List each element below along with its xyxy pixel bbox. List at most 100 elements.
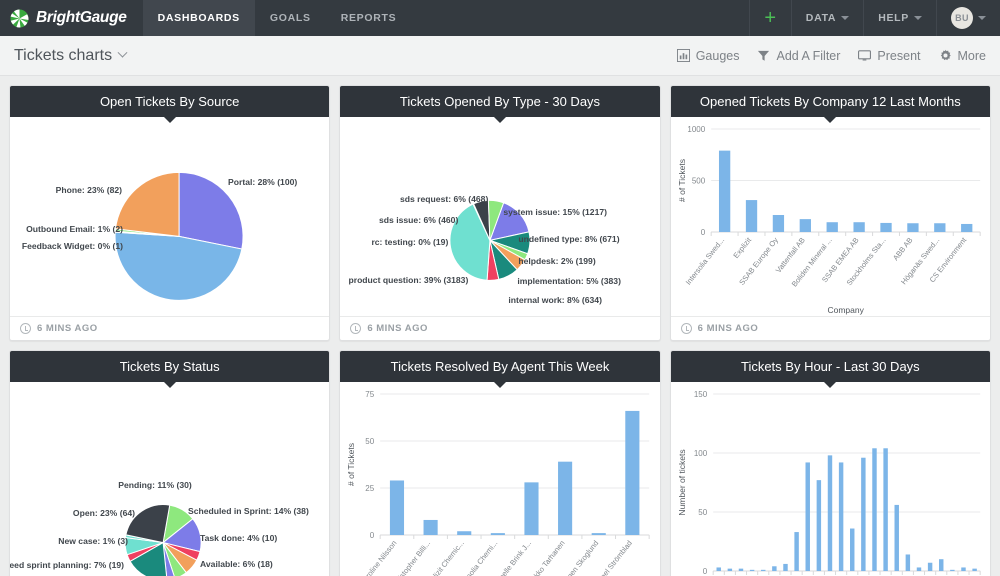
nav-tab-goals[interactable]: GOALS: [255, 0, 326, 36]
bar-chart-icon: [676, 49, 690, 62]
card-title: Tickets Resolved By Agent This Week: [340, 351, 660, 388]
last-updated: 6 MINS AGO: [367, 323, 428, 334]
card-tickets-resolved-by-agent: Tickets Resolved By Agent This Week 0 25 5…: [339, 350, 661, 576]
pie-slice-label: Outbound Email: 1% (2): [26, 224, 123, 234]
add-button[interactable]: +: [749, 0, 790, 36]
brand-name: BrightGauge: [36, 9, 127, 26]
more-label: More: [957, 48, 986, 63]
card-footer: 6 MINS AGO: [670, 316, 990, 340]
card-title: Tickets By Status: [10, 351, 330, 388]
help-menu-label: HELP: [878, 12, 909, 24]
clock-icon: [680, 323, 692, 334]
plus-icon: +: [764, 7, 777, 29]
svg-text:500: 500: [691, 177, 705, 186]
pie-slice-label: helpdesk: 2% (199): [518, 256, 596, 266]
nav-tab-dashboards[interactable]: DASHBOARDS: [142, 0, 255, 36]
svg-text:50: 50: [698, 508, 707, 517]
last-updated: 6 MINS AGO: [697, 323, 759, 334]
pie-slice-label: system issue: 15% (1217): [503, 207, 607, 217]
dashboard-title: Tickets charts: [14, 46, 113, 64]
svg-text:0: 0: [702, 567, 707, 576]
avatar: BU: [951, 7, 973, 29]
card-tickets-opened-by-type: Tickets Opened By Type - 30 Days system …: [339, 85, 661, 341]
pie-slice-label: implementation: 5% (383): [517, 276, 621, 286]
card-tickets-by-hour: Tickets By Hour - Last 30 Days 0 50 100 150…: [669, 350, 991, 576]
pie-chart-tickets-opened-by-type: system issue: 15% (1217) undefined type: …: [340, 117, 659, 316]
pie-slice-label: undefined type: 8% (671): [518, 234, 620, 244]
svg-text:0: 0: [370, 531, 375, 540]
pie-slice-label: sds request: 6% (468): [399, 194, 489, 204]
clock-icon: [20, 323, 31, 334]
nav-tab-reports[interactable]: REPORTS: [326, 0, 412, 36]
add-filter-button[interactable]: Add A Filter: [757, 49, 840, 63]
gauges-label: Gauges: [695, 48, 740, 63]
present-label: Present: [877, 48, 921, 63]
svg-text:50: 50: [366, 437, 375, 446]
gear-icon: [939, 49, 952, 62]
pie-chart-tickets-by-status: Pending: 11% (30) Scheduled in Sprint: 14…: [10, 382, 329, 576]
clock-icon: [350, 323, 362, 334]
bar-chart-tickets-by-hour: 0501001500257911131517192123Number of ti…: [671, 382, 990, 576]
card-title: Open Tickets By Source: [10, 86, 330, 123]
card-open-tickets-by-source: Open Tickets By Source Portal: 28% (100)…: [9, 85, 331, 341]
svg-text:75: 75: [366, 390, 375, 399]
chevron-down-icon: [914, 16, 922, 20]
help-menu[interactable]: HELP: [863, 0, 936, 36]
svg-text:1000: 1000: [687, 125, 705, 134]
card-body: Portal: 28% (100)Email: 48% (170)Feedbac…: [10, 117, 329, 316]
card-footer: 6 MINS AGO: [340, 316, 660, 340]
dashboard-grid: Open Tickets By Source Portal: 28% (100)…: [0, 76, 1000, 576]
card-body: 0501001500257911131517192123Number of ti…: [671, 382, 990, 576]
pie-slice-label: product question: 39% (3183): [348, 275, 469, 285]
svg-text:Caroline Nilsson: Caroline Nilsson: [358, 539, 399, 576]
svg-text:Number of tickets: Number of tickets: [677, 449, 687, 515]
pie-slice-label: issue: 4% (357): [457, 314, 519, 316]
gauges-button[interactable]: Gauges: [676, 48, 740, 63]
more-button[interactable]: More: [939, 49, 986, 63]
card-body: 0 25 50 75 Caroline Nilsson Christopher Billi…: [340, 382, 659, 576]
svg-text:0: 0: [700, 228, 705, 237]
pie-slice-label: Phone: 23% (82): [55, 185, 122, 195]
svg-text:ABB AB: ABB AB: [891, 236, 915, 263]
card-title: Opened Tickets By Company 12 Last Months: [670, 86, 990, 123]
bar-chart-tickets-resolved-by-agent: 0 25 50 75 Caroline Nilsson Christopher Billi…: [340, 382, 659, 576]
user-menu[interactable]: BU: [936, 0, 1000, 36]
pie-slice-label: Scheduled in Sprint: 14% (38): [188, 506, 309, 516]
card-footer: 6 MINS AGO: [10, 316, 330, 340]
svg-text:Explizit: Explizit: [731, 235, 753, 260]
svg-text:100: 100: [693, 449, 707, 458]
data-menu[interactable]: DATA: [790, 0, 863, 36]
card-body: Pending: 11% (30) Scheduled in Sprint: 14…: [10, 382, 329, 576]
card-title: Tickets Opened By Type - 30 Days: [340, 86, 660, 123]
data-menu-label: DATA: [805, 12, 837, 24]
svg-text:Company: Company: [827, 305, 864, 315]
top-navigation-bar: BrightGauge DASHBOARDS GOALS REPORTS + D…: [0, 0, 1000, 36]
dashboard-toolbar: Tickets charts Gauges Add A Filter Prese…: [0, 36, 1000, 76]
last-updated: 6 MINS AGO: [37, 323, 98, 334]
present-button[interactable]: Present: [858, 48, 921, 63]
pie-slice-label: Portal: 28% (100): [228, 177, 298, 187]
nav-right-group: + DATA HELP BU: [749, 0, 1000, 36]
card-body: 0 500 1000 Intersolia Swed... Explizit SSAB E…: [671, 117, 990, 316]
card-body: system issue: 15% (1217) undefined type: …: [340, 117, 659, 316]
chevron-down-icon: [978, 16, 986, 20]
primary-nav-tabs: DASHBOARDS GOALS REPORTS: [142, 0, 412, 36]
card-tickets-by-status: Tickets By Status Pending: 11% (30) Sched…: [9, 350, 331, 576]
svg-text:Intersolia Swed...: Intersolia Swed...: [683, 236, 726, 287]
funnel-icon: [757, 49, 770, 62]
pie-slice-label: Feedback Widget: 0% (1): [21, 241, 123, 251]
pie-slice-label: Task done: 4% (10): [200, 533, 278, 543]
add-filter-label: Add A Filter: [776, 48, 841, 63]
chevron-down-icon: [117, 47, 128, 58]
brand-logo-group[interactable]: BrightGauge: [0, 0, 143, 36]
pie-slice-label: internal work: 8% (634): [508, 295, 602, 305]
svg-text:# of Tickets: # of Tickets: [677, 159, 687, 202]
toolbar-actions: Gauges Add A Filter Present More: [676, 48, 986, 63]
svg-text:25: 25: [366, 484, 375, 493]
pie-slice-label: Pending: 11% (30): [118, 480, 192, 490]
card-opened-tickets-by-company: Opened Tickets By Company 12 Last Months…: [669, 85, 991, 341]
dashboard-selector[interactable]: Tickets charts: [14, 46, 128, 65]
pie-slice-label: rc: testing: 0% (19): [371, 237, 449, 247]
svg-text:# of Tickets: # of Tickets: [346, 443, 356, 486]
pie-slice-label: Open: 23% (64): [72, 508, 135, 518]
